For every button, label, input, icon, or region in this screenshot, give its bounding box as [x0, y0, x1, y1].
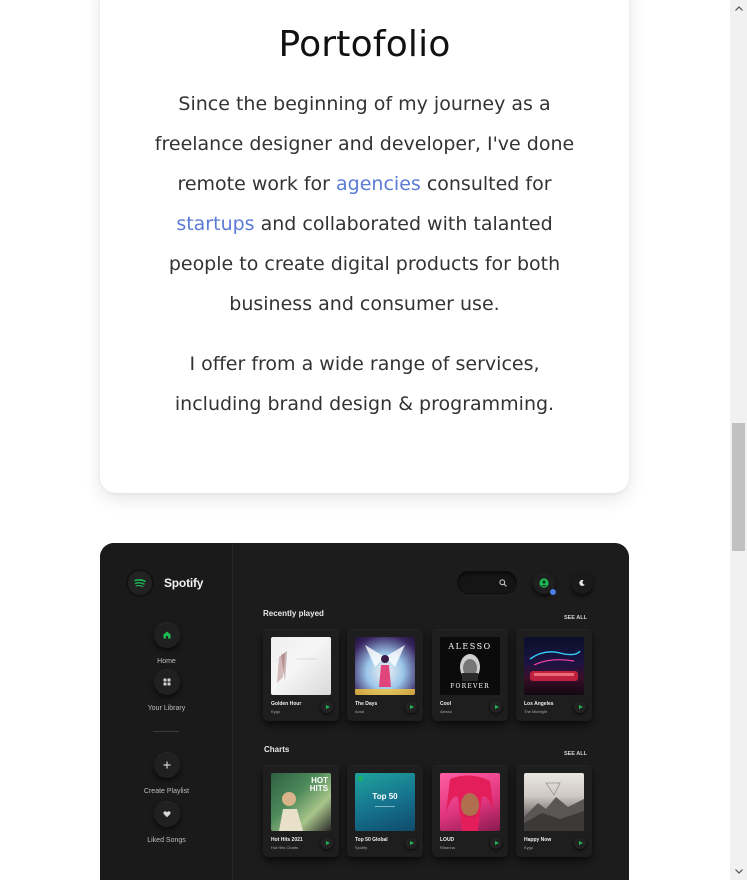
album-card-golden-hour[interactable]: Golden Hour Kygo	[263, 629, 339, 721]
scrollbar-thumb[interactable]	[732, 423, 745, 551]
grid-icon	[153, 669, 180, 695]
album-card-cool[interactable]: ALESSO FOREVER Cool Alesso	[432, 629, 508, 721]
sidebar-item-liked-songs[interactable]: Liked Songs	[100, 801, 233, 844]
play-icon[interactable]	[321, 837, 333, 849]
playlist-owner: Spotify	[355, 845, 368, 850]
recently-played-see-all-link[interactable]: SEE ALL	[564, 615, 587, 621]
sidebar-divider	[153, 731, 179, 732]
startups-link[interactable]: startups	[176, 213, 254, 235]
sidebar-item-label: Liked Songs	[147, 837, 186, 844]
album-card-loud[interactable]: LOUD Rihanna	[432, 765, 508, 857]
album-name: Happy Now	[524, 837, 552, 843]
album-artist: Rihanna	[440, 845, 455, 850]
charts-title: Charts	[264, 745, 290, 754]
album-name: Cool	[440, 701, 452, 707]
portfolio-services: I offer from a wide range of services, i…	[174, 353, 555, 415]
sidebar-item-library[interactable]: Your Library	[100, 669, 233, 712]
agencies-link[interactable]: agencies	[336, 173, 421, 195]
home-icon	[153, 622, 180, 648]
play-icon[interactable]	[321, 701, 333, 713]
album-name: The Days	[355, 701, 378, 707]
sidebar-item-label: Home	[157, 658, 176, 665]
album-name: Golden Hour	[271, 701, 302, 707]
recently-played-title: Recently played	[263, 609, 324, 618]
scroll-down-icon[interactable]	[730, 863, 747, 880]
spotify-logo-icon	[128, 571, 152, 595]
album-art	[524, 637, 584, 695]
sidebar-item-create-playlist[interactable]: Create Playlist	[100, 752, 233, 795]
search-icon	[499, 579, 507, 587]
album-artist: Avicii	[355, 709, 365, 714]
album-art: HOT HITS	[271, 773, 331, 831]
page-scrollbar[interactable]	[730, 0, 747, 880]
album-art	[440, 773, 500, 831]
playlist-name: Hot Hits 2021	[271, 837, 303, 843]
portfolio-card: Portofolio Since the beginning of my jou…	[100, 0, 629, 493]
spotify-project-preview[interactable]: Spotify Home Your Library Create Playlis…	[100, 543, 629, 880]
album-art: Top 50	[355, 773, 415, 831]
album-artist: Alesso	[440, 709, 453, 714]
plus-icon	[153, 752, 180, 778]
album-card-the-days[interactable]: The Days Avicii	[347, 629, 423, 721]
moon-icon	[579, 579, 585, 586]
sidebar-item-home[interactable]: Home	[100, 622, 233, 665]
playlist-owner: Hot Hits Charts	[271, 845, 299, 850]
portfolio-intro: Since the beginning of my journey as a f…	[154, 93, 575, 315]
notification-dot	[550, 589, 556, 595]
play-icon[interactable]	[490, 701, 502, 713]
playlist-card-hot-hits-2021[interactable]: HOT HITS Hot Hits 2021 Hot Hits Charts	[263, 765, 339, 857]
playlist-name: Top 50 Global	[355, 837, 388, 843]
play-icon[interactable]	[574, 701, 586, 713]
playlist-card-top-50-global[interactable]: Top 50 Top 50 Global Spotify	[347, 765, 423, 857]
spotify-sidebar: Spotify Home Your Library Create Playlis…	[100, 543, 233, 880]
play-icon[interactable]	[574, 837, 586, 849]
spotify-topbar	[457, 571, 593, 595]
album-art: ALESSO FOREVER	[440, 637, 500, 695]
page-title: Portofolio	[278, 24, 451, 65]
theme-toggle-button[interactable]	[571, 572, 593, 594]
spotify-brand: Spotify	[128, 571, 203, 595]
spotify-brand-name: Spotify	[164, 576, 204, 590]
play-icon[interactable]	[405, 701, 417, 713]
album-name: LOUD	[440, 837, 455, 843]
scroll-up-icon[interactable]	[730, 0, 747, 17]
album-artist: Kygo	[524, 845, 534, 850]
play-icon[interactable]	[490, 837, 502, 849]
play-icon[interactable]	[405, 837, 417, 849]
charts-see-all-link[interactable]: SEE ALL	[564, 751, 587, 757]
album-art	[271, 637, 331, 695]
avatar[interactable]	[533, 572, 556, 595]
album-art	[524, 773, 584, 831]
album-artist: Kygo	[271, 709, 281, 714]
sidebar-item-label: Create Playlist	[143, 788, 190, 795]
album-card-happy-now[interactable]: Happy Now Kygo	[516, 765, 592, 857]
spotify-search-input[interactable]	[457, 571, 517, 595]
album-name: Los Angeles	[524, 701, 554, 707]
album-card-los-angeles[interactable]: Los Angeles The Midnight	[516, 629, 592, 721]
sidebar-item-label: Your Library	[147, 705, 186, 712]
album-artist: The Midnight	[524, 709, 548, 714]
user-icon	[539, 578, 549, 588]
heart-icon	[153, 801, 180, 827]
album-art	[355, 637, 415, 695]
